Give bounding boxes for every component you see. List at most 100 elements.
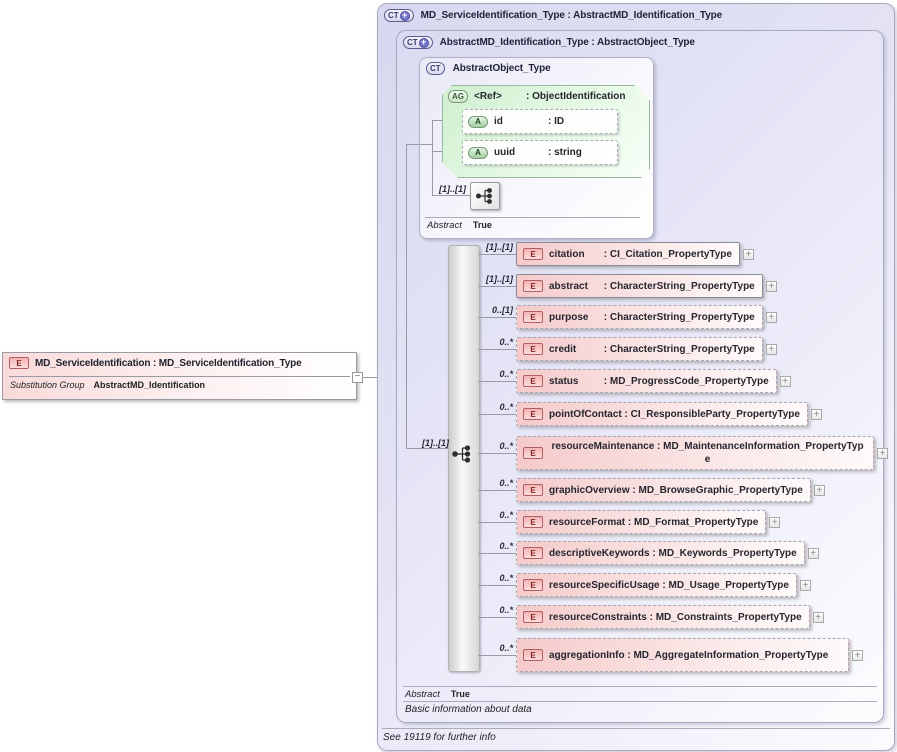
cardinality-label: 0..* (468, 643, 513, 653)
element-row: 0..[1]Epurpose : CharacterString_Propert… (478, 305, 777, 329)
expand-icon[interactable]: + (766, 344, 777, 355)
root-element-box[interactable]: E MD_ServiceIdentification : MD_ServiceI… (2, 352, 357, 400)
cardinality-label: 0..* (468, 337, 513, 347)
element-resourceFormat[interactable]: EresourceFormat : MD_Format_PropertyType (516, 510, 766, 534)
expand-icon[interactable]: + (813, 612, 824, 623)
connector-line (478, 349, 516, 350)
element-resourceSpecificUsage[interactable]: EresourceSpecificUsage : MD_Usage_Proper… (516, 573, 797, 597)
cardinality-label: [1]..[1] (468, 242, 513, 252)
root-element-title: MD_ServiceIdentification : MD_ServiceIde… (35, 358, 302, 369)
abstract-label: Abstract (427, 220, 462, 231)
element-row: 0..*EresourceFormat : MD_Format_Property… (478, 510, 780, 534)
substitution-group-value: AbstractMD_Identification (94, 380, 206, 390)
collapse-icon[interactable]: − (352, 372, 363, 383)
attribute-type: : string (548, 147, 582, 158)
element-badge: E (523, 516, 543, 528)
element-label: resourceSpecificUsage : MD_Usage_Propert… (549, 580, 789, 591)
element-descriptiveKeywords[interactable]: EdescriptiveKeywords : MD_Keywords_Prope… (516, 541, 805, 565)
connector-line (478, 553, 516, 554)
element-resourceConstraints[interactable]: EresourceConstraints : MD_Constraints_Pr… (516, 605, 810, 629)
cardinality-label: 0..* (468, 441, 513, 451)
complex-type-badge: CT (426, 62, 445, 75)
element-row: 0..*Estatus : MD_ProgressCode_PropertyTy… (478, 369, 791, 393)
element-badge: E (523, 343, 543, 355)
expand-icon[interactable]: + (814, 485, 825, 496)
element-row: 0..*EdescriptiveKeywords : MD_Keywords_P… (478, 541, 819, 565)
cardinality-label: [1]..[1] (468, 274, 513, 284)
element-credit[interactable]: Ecredit : CharacterString_PropertyType (516, 337, 763, 361)
attribute-group-header: AG <Ref> : ObjectIdentification (443, 86, 649, 103)
root-element-header: E MD_ServiceIdentification : MD_ServiceI… (3, 353, 356, 369)
element-label: credit : CharacterString_PropertyType (549, 344, 755, 355)
connector-line (478, 381, 516, 382)
element-badge: E (523, 447, 543, 459)
cardinality-label: 0..* (468, 605, 513, 615)
abstract-value: True (451, 689, 470, 699)
element-badge: E (523, 280, 543, 292)
cardinality-label: 0..* (468, 510, 513, 520)
attribute-type: : ID (548, 116, 564, 127)
element-aggregationInfo[interactable]: EaggregationInfo : MD_AggregateInformati… (516, 638, 849, 672)
element-badge: E (523, 547, 543, 559)
element-row: [1]..[1]Eabstract : CharacterString_Prop… (478, 274, 777, 298)
expand-icon[interactable]: + (877, 448, 888, 459)
element-purpose[interactable]: Epurpose : CharacterString_PropertyType (516, 305, 763, 329)
expand-icon[interactable]: + (769, 517, 780, 528)
element-badge: E (523, 375, 543, 387)
element-row: 0..*EaggregationInfo : MD_AggregateInfor… (478, 638, 863, 672)
cardinality-label: 0..[1] (468, 305, 513, 315)
divider (425, 217, 640, 218)
see-note: See 19119 for further info (383, 732, 496, 743)
attribute-id[interactable]: A id : ID (462, 109, 618, 134)
cardinality-label: 0..* (468, 541, 513, 551)
attribute-group-name: <Ref> (474, 91, 520, 102)
abstract-label: Abstract (405, 689, 440, 700)
expand-icon[interactable]: + (766, 312, 777, 323)
complex-type-badge: CT + (384, 9, 414, 22)
ct-badge-label: CT (388, 11, 399, 20)
ct-badge-label: CT (430, 64, 441, 73)
sequence-cardinality: [1]..[1] (409, 438, 449, 448)
element-row: 0..*Ecredit : CharacterString_PropertyTy… (478, 337, 777, 361)
element-abstract[interactable]: Eabstract : CharacterString_PropertyType (516, 274, 763, 298)
attribute-badge: A (468, 116, 488, 128)
expand-icon[interactable]: + (780, 376, 791, 387)
connector-line (406, 144, 419, 145)
element-citation[interactable]: Ecitation : CI_Citation_PropertyType (516, 242, 740, 266)
complex-type-box-md-serviceidentification-type: CT + MD_ServiceIdentification_Type : Abs… (377, 3, 895, 751)
element-badge: E (523, 579, 543, 591)
element-badge: E (523, 311, 543, 323)
expand-icon[interactable]: + (766, 281, 777, 292)
attribute-uuid[interactable]: A uuid : string (462, 140, 618, 165)
connector-line (478, 254, 516, 255)
complex-type-box-abstractmd-identification-type: CT + AbstractMD_Identification_Type : Ab… (396, 30, 884, 723)
connector-line (406, 144, 407, 449)
element-badge: E (523, 611, 543, 623)
expand-icon[interactable]: + (800, 580, 811, 591)
element-resourceMaintenance[interactable]: EresourceMaintenance : MD_MaintenanceInf… (516, 436, 874, 470)
expand-icon[interactable]: + (743, 249, 754, 260)
attribute-name: uuid (494, 147, 542, 158)
complex-type-badge: CT + (403, 36, 433, 49)
element-graphicOverview[interactable]: EgraphicOverview : MD_BrowseGraphic_Prop… (516, 478, 811, 502)
element-label: resourceFormat : MD_Format_PropertyType (549, 517, 758, 528)
expand-icon[interactable]: + (852, 650, 863, 661)
connector-line (478, 317, 516, 318)
complex-type-title: AbstractObject_Type (453, 63, 551, 74)
element-badge: E (523, 649, 543, 661)
sequence-compositor-icon[interactable] (470, 182, 500, 210)
element-row: 0..*EresourceMaintenance : MD_Maintenanc… (478, 436, 888, 470)
expand-icon[interactable]: + (808, 548, 819, 559)
connector-line (478, 617, 516, 618)
divider (382, 728, 890, 729)
element-label: graphicOverview : MD_BrowseGraphic_Prope… (549, 485, 803, 496)
connector-line (420, 144, 432, 145)
connector-line (478, 453, 516, 454)
cardinality-label: 0..* (468, 573, 513, 583)
element-row: 0..*EgraphicOverview : MD_BrowseGraphic_… (478, 478, 825, 502)
expand-icon[interactable]: + (811, 409, 822, 420)
element-pointOfContact[interactable]: EpointOfContact : CI_ResponsibleParty_Pr… (516, 402, 808, 426)
connector-line (478, 585, 516, 586)
element-label: citation : CI_Citation_PropertyType (549, 249, 732, 260)
element-status[interactable]: Estatus : MD_ProgressCode_PropertyType (516, 369, 777, 393)
